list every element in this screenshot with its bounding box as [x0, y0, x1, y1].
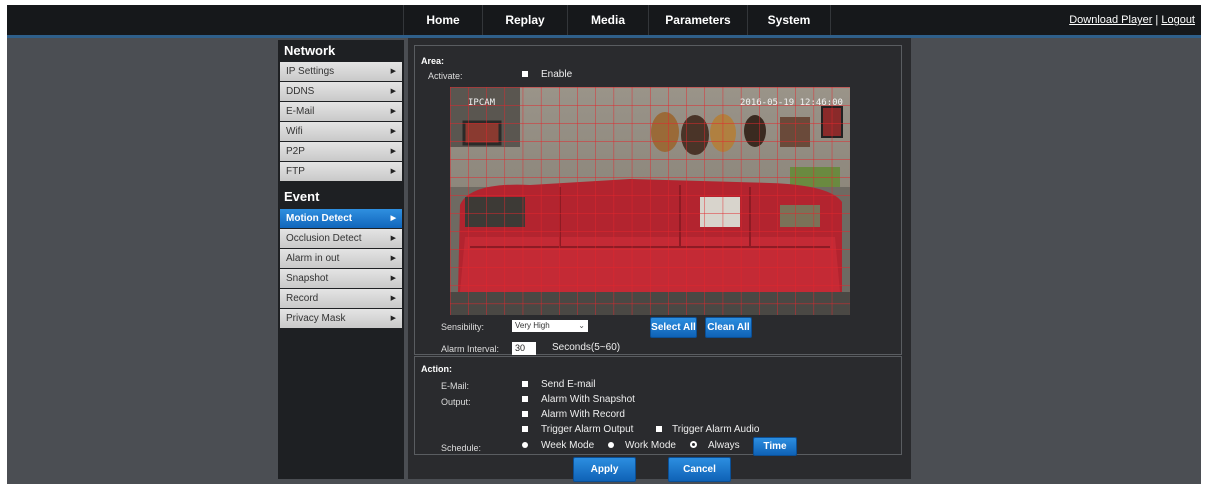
trigger-output-label: Trigger Alarm Output: [541, 424, 634, 435]
sidebar-item-motion-detect[interactable]: Motion Detect ▶: [280, 209, 402, 228]
send-email-label: Send E-mail: [541, 379, 596, 390]
sidebar-item-occlusion-detect[interactable]: Occlusion Detect ▶: [280, 229, 402, 248]
camera-image: IPCAM 2016-05-19 12:46:00: [450, 87, 850, 315]
work-mode-label: Work Mode: [625, 440, 676, 451]
camera-preview[interactable]: IPCAM 2016-05-19 12:46:00: [450, 87, 850, 315]
sidebar-item-label: E-Mail: [286, 106, 315, 117]
nav-home[interactable]: Home: [404, 5, 483, 35]
email-label: E-Mail:: [441, 381, 470, 391]
cancel-button[interactable]: Cancel: [668, 457, 731, 482]
chevron-right-icon: ▶: [390, 108, 396, 115]
sensibility-label: Sensibility:: [441, 322, 485, 332]
chevron-right-icon: ▶: [390, 148, 396, 155]
apply-button[interactable]: Apply: [573, 457, 636, 482]
alarm-record-label: Alarm With Record: [541, 409, 625, 420]
sidebar-item-privacy-mask[interactable]: Privacy Mask ▶: [280, 309, 402, 328]
sidebar-item-ddns[interactable]: DDNS ▶: [280, 82, 402, 101]
select-all-button[interactable]: Select All: [650, 317, 697, 338]
always-label: Always: [708, 440, 740, 451]
chevron-right-icon: ▶: [390, 128, 396, 135]
sidebar-item-ip-settings[interactable]: IP Settings ▶: [280, 62, 402, 81]
sidebar-item-label: IP Settings: [286, 66, 335, 77]
chevron-right-icon: ▶: [390, 235, 396, 242]
send-email-checkbox[interactable]: [522, 381, 528, 387]
sidebar-item-email[interactable]: E-Mail ▶: [280, 102, 402, 121]
activate-label: Activate:: [428, 71, 463, 81]
sidebar-item-wifi[interactable]: Wifi ▶: [280, 122, 402, 141]
sidebar-item-alarm-in-out[interactable]: Alarm in out ▶: [280, 249, 402, 268]
sidebar-item-label: Snapshot: [286, 273, 329, 284]
sidebar-item-ftp[interactable]: FTP ▶: [280, 162, 402, 181]
sensibility-select[interactable]: Very High ⌄: [512, 320, 588, 332]
sidebar-item-label: Privacy Mask: [286, 313, 346, 324]
sidebar-item-label: Alarm in out: [286, 253, 340, 264]
chevron-down-icon: ⌄: [578, 321, 585, 330]
output-label: Output:: [441, 397, 471, 407]
download-player-link[interactable]: Download Player: [1069, 14, 1152, 26]
always-radio[interactable]: [690, 441, 697, 448]
top-navigation-bar: Home Replay Media Parameters System Down…: [7, 5, 1201, 35]
sidebar-item-label: Motion Detect: [286, 213, 353, 224]
sidebar-item-label: Record: [286, 293, 319, 304]
sidebar-item-label: FTP: [286, 166, 305, 177]
chevron-right-icon: ▶: [390, 255, 396, 262]
alarm-snapshot-checkbox[interactable]: [522, 396, 528, 402]
trigger-audio-checkbox[interactable]: [656, 426, 662, 432]
chevron-right-icon: ▶: [390, 215, 396, 222]
schedule-label: Schedule:: [441, 443, 482, 453]
time-button[interactable]: Time: [753, 437, 797, 456]
sidebar-item-label: Occlusion Detect: [286, 233, 362, 244]
top-links: Download Player | Logout: [1069, 5, 1195, 35]
nav-replay[interactable]: Replay: [483, 5, 568, 35]
trigger-audio-label: Trigger Alarm Audio: [672, 424, 760, 435]
sidebar-item-label: P2P: [286, 146, 305, 157]
action-title: Action:: [421, 364, 452, 374]
alarm-interval-label: Alarm Interval:: [441, 344, 500, 354]
alarm-snapshot-label: Alarm With Snapshot: [541, 394, 635, 405]
sidebar: Network IP Settings ▶ DDNS ▶ E-Mail ▶ Wifi ▶…: [278, 40, 404, 479]
chevron-right-icon: ▶: [390, 88, 396, 95]
sidebar-item-label: DDNS: [286, 86, 315, 97]
sidebar-item-record[interactable]: Record ▶: [280, 289, 402, 308]
chevron-right-icon: ▶: [390, 295, 396, 302]
sidebar-item-snapshot[interactable]: Snapshot ▶: [280, 269, 402, 288]
week-mode-radio[interactable]: [522, 442, 528, 448]
network-header: Network: [284, 43, 336, 58]
nav-media[interactable]: Media: [568, 5, 649, 35]
trigger-output-checkbox[interactable]: [522, 426, 528, 432]
enable-label: Enable: [541, 69, 573, 80]
main-menu: Home Replay Media Parameters System: [403, 5, 831, 35]
camera-overlay-left: IPCAM: [468, 98, 496, 108]
enable-checkbox[interactable]: [522, 71, 528, 77]
clean-all-button[interactable]: Clean All: [705, 317, 752, 338]
chevron-right-icon: ▶: [390, 168, 396, 175]
sensibility-value: Very High: [515, 321, 550, 330]
nav-system[interactable]: System: [748, 5, 831, 35]
chevron-right-icon: ▶: [390, 315, 396, 322]
alarm-record-checkbox[interactable]: [522, 411, 528, 417]
camera-overlay-time: 2016-05-19 12:46:00: [740, 98, 843, 108]
week-mode-label: Week Mode: [541, 440, 595, 451]
alarm-interval-unit: Seconds(5~60): [552, 342, 621, 353]
alarm-interval-input[interactable]: 30: [512, 342, 536, 355]
nav-parameters[interactable]: Parameters: [649, 5, 748, 35]
sidebar-item-label: Wifi: [286, 126, 303, 137]
sidebar-item-p2p[interactable]: P2P ▶: [280, 142, 402, 161]
event-header: Event: [284, 189, 320, 204]
logout-link[interactable]: Logout: [1161, 14, 1195, 26]
chevron-right-icon: ▶: [390, 68, 396, 75]
area-title: Area:: [421, 56, 445, 66]
chevron-right-icon: ▶: [390, 275, 396, 282]
link-separator: |: [1155, 14, 1159, 26]
work-mode-radio[interactable]: [608, 442, 614, 448]
